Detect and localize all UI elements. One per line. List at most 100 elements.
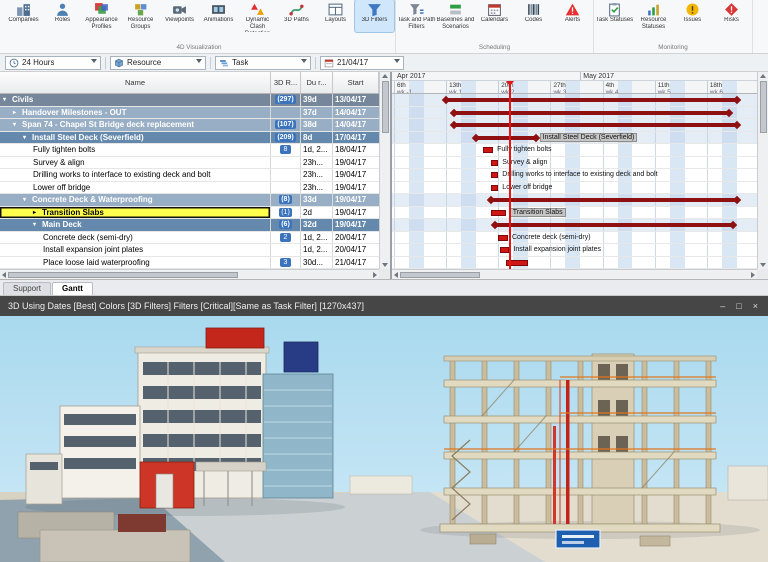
- gantt-bar-civils[interactable]: [446, 98, 737, 102]
- gantt-bar-install-expansion-joint-plates[interactable]: [499, 247, 510, 253]
- timeline-horizontal-scrollbar[interactable]: [392, 269, 757, 279]
- scrollbar-thumb[interactable]: [400, 271, 480, 278]
- ribbon-item-issues[interactable]: Issues: [673, 0, 712, 32]
- timeline-rows[interactable]: Install Steel Deck (Severfield) Fully tig…: [392, 94, 757, 269]
- ribbon-item-task-statuses[interactable]: Task Statuses: [595, 0, 634, 32]
- ribbon-item-viewpoints[interactable]: Viewpoints: [160, 0, 199, 32]
- ribbon-item-appearance-profiles[interactable]: Appearance Profiles: [82, 0, 121, 32]
- scroll-down-icon[interactable]: [760, 263, 766, 267]
- gantt-row[interactable]: [392, 219, 757, 232]
- twisty-icon[interactable]: ▾: [13, 121, 20, 128]
- table-row-survey-align[interactable]: Survey & align 23h... 19/04/17: [0, 156, 379, 169]
- scrollbar-thumb[interactable]: [381, 81, 389, 133]
- ribbon-item-dynamic-clash-detection[interactable]: Dynamic Clash Detection: [238, 0, 277, 32]
- gantt-bar-main-deck[interactable]: [494, 223, 733, 227]
- gantt-row[interactable]: Concrete deck (semi-dry): [392, 232, 757, 244]
- ribbon-item-resource-statuses[interactable]: Resource Statuses: [634, 0, 673, 32]
- ribbon-item-roles[interactable]: Roles: [43, 0, 82, 32]
- scroll-left-icon[interactable]: [2, 271, 6, 278]
- gantt-row[interactable]: Install expansion joint plates: [392, 244, 757, 257]
- column-header-3d-resources[interactable]: 3D R...: [271, 72, 301, 93]
- column-header-start[interactable]: Start: [333, 72, 379, 93]
- tab-gantt[interactable]: Gantt: [52, 282, 93, 295]
- table-row-install-steel-deck-severfield[interactable]: ▾ Install Steel Deck (Severfield) (209) 8d 1…: [0, 131, 379, 144]
- filter-field-resource[interactable]: Resource: [110, 55, 206, 70]
- date-field[interactable]: 21/04/17: [320, 55, 404, 70]
- ribbon-item-codes[interactable]: Codes: [514, 0, 553, 32]
- gantt-bar-span-74-chapel-st-bridge-deck-replacement[interactable]: [453, 123, 737, 127]
- gantt-row[interactable]: Lower off bridge: [392, 182, 757, 194]
- tab-support[interactable]: Support: [3, 282, 52, 295]
- table-horizontal-scrollbar[interactable]: [0, 269, 379, 279]
- scroll-right-icon[interactable]: [751, 271, 755, 278]
- ribbon-item-resource-groups[interactable]: Resource Groups: [121, 0, 160, 32]
- ribbon-item-animations[interactable]: Animations: [199, 0, 238, 32]
- gantt-bar-handover-milestones-out[interactable]: [453, 110, 730, 115]
- twisty-icon[interactable]: ▸: [13, 109, 20, 116]
- ribbon-item-companies[interactable]: Companies: [4, 0, 43, 32]
- table-row-concrete-deck-waterproofing[interactable]: ▾ Concrete Deck & Waterproofing (8) 33d 19/0…: [0, 194, 379, 207]
- minimize-button[interactable]: –: [718, 301, 727, 311]
- ribbon-item-baselines-and-scenarios[interactable]: Baselines and Scenarios: [436, 0, 475, 32]
- gantt-row[interactable]: Install Steel Deck (Severfield): [392, 131, 757, 144]
- ribbon-item-task-and-path-filters[interactable]: Task and Path Filters: [397, 0, 436, 32]
- table-row-drilling-works-to-interface-to-existing-deck-and-bolt[interactable]: Drilling works to interface to existing …: [0, 169, 379, 182]
- table-row-fully-tighten-bolts[interactable]: Fully tighten bolts 8 1d, 2... 18/04/17: [0, 144, 379, 157]
- scroll-right-icon[interactable]: [373, 271, 377, 278]
- table-row-place-loose-laid-waterproofing[interactable]: Place loose laid waterproofing 3 30d... 21/…: [0, 256, 379, 269]
- table-row-install-expansion-joint-plates[interactable]: Install expansion joint plates 1d, 2... 20…: [0, 244, 379, 257]
- gantt-row[interactable]: [392, 94, 757, 107]
- column-header-duration[interactable]: Du r...: [301, 72, 333, 93]
- twisty-icon[interactable]: ▾: [33, 221, 40, 228]
- gantt-bar-fully-tighten-bolts[interactable]: [483, 147, 494, 153]
- ribbon-item-layouts[interactable]: Layouts: [316, 0, 355, 32]
- gantt-row[interactable]: Fully tighten bolts: [392, 144, 757, 157]
- table-row-civils[interactable]: ▾ Civils (297) 39d 13/04/17: [0, 94, 379, 107]
- ribbon-item-calendars[interactable]: Calendars: [475, 0, 514, 32]
- 3d-scene[interactable]: [0, 316, 768, 562]
- gantt-row[interactable]: [392, 119, 757, 132]
- timeline-vertical-scrollbar[interactable]: [757, 72, 768, 269]
- scrollbar-thumb[interactable]: [759, 81, 767, 133]
- table-row-handover-milestones-out[interactable]: ▸ Handover Milestones - OUT 37d 14/04/17: [0, 106, 379, 119]
- scroll-down-icon[interactable]: [382, 263, 388, 267]
- ribbon-item-risks[interactable]: Risks: [712, 0, 751, 32]
- gantt-row[interactable]: [392, 194, 757, 207]
- gantt-bar-concrete-deck-semi-dry[interactable]: [498, 234, 508, 241]
- maximize-button[interactable]: □: [734, 301, 743, 311]
- twisty-icon[interactable]: ▾: [23, 196, 30, 203]
- ribbon-item-3d-paths[interactable]: 3D Paths: [277, 0, 316, 32]
- gantt-bar-concrete-deck-waterproofing[interactable]: [490, 198, 737, 202]
- filter-field-24-hours[interactable]: 24 Hours: [5, 55, 101, 70]
- gantt-bar-survey-align[interactable]: [490, 159, 499, 166]
- ribbon-item-3d-filters[interactable]: 3D Filters: [354, 0, 395, 33]
- gantt-row[interactable]: Transition Slabs: [392, 207, 757, 219]
- gantt-row[interactable]: Drilling works to interface to existing …: [392, 169, 757, 182]
- scroll-up-icon[interactable]: [760, 74, 766, 78]
- gantt-row[interactable]: [392, 106, 757, 119]
- scroll-left-icon[interactable]: [394, 271, 398, 278]
- scrollbar-thumb[interactable]: [8, 271, 238, 278]
- gantt-row[interactable]: Survey & align: [392, 157, 757, 169]
- gantt-bar-place-loose-laid-waterproofing[interactable]: [505, 259, 529, 266]
- scroll-up-icon[interactable]: [382, 74, 388, 78]
- table-row-main-deck[interactable]: ▾ Main Deck (6) 32d 19/04/17: [0, 219, 379, 232]
- gantt-bar-transition-slabs[interactable]: [490, 209, 506, 216]
- gantt-bar-drilling-works-to-interface-to-existing-deck-and-bolt[interactable]: [490, 172, 499, 178]
- gantt-bar-lower-off-bridge[interactable]: [490, 184, 499, 191]
- close-button[interactable]: ×: [751, 301, 760, 311]
- twisty-icon[interactable]: ▸: [33, 209, 40, 216]
- twisty-icon[interactable]: ▾: [3, 96, 10, 103]
- table-row-span-74-chapel-st-bridge-deck-replacement[interactable]: ▾ Span 74 - Chapel St Bridge deck replace…: [0, 119, 379, 132]
- column-header-name[interactable]: Name: [0, 72, 271, 93]
- table-vertical-scrollbar[interactable]: [379, 72, 390, 269]
- table-row-lower-off-bridge[interactable]: Lower off bridge 23h... 19/04/17: [0, 181, 379, 194]
- gantt-row[interactable]: [392, 257, 757, 269]
- ribbon-group-label: Monitoring: [658, 44, 688, 51]
- gantt-bar-install-steel-deck-severfield[interactable]: [475, 135, 536, 140]
- twisty-icon[interactable]: ▾: [23, 134, 30, 141]
- table-row-concrete-deck-semi-dry[interactable]: Concrete deck (semi-dry) 2 1d, 2... 20/04/1…: [0, 231, 379, 244]
- filter-field-task[interactable]: Task: [215, 55, 311, 70]
- table-row-transition-slabs[interactable]: ▸ Transition Slabs (1) 2d 19/04/17: [0, 206, 379, 219]
- ribbon-item-alerts[interactable]: Alerts: [553, 0, 592, 32]
